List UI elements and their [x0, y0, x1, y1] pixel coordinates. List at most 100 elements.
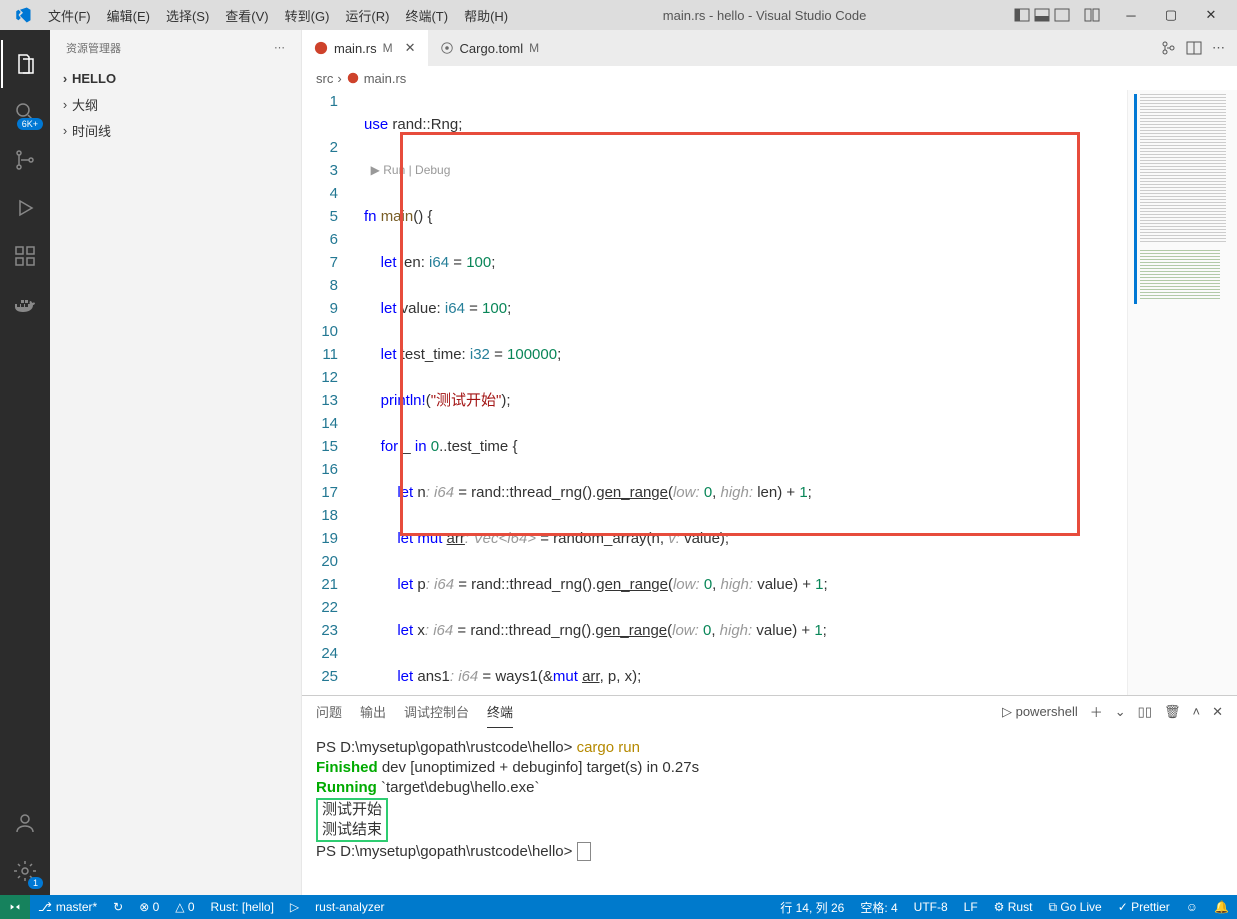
split-editor-icon[interactable] — [1186, 40, 1202, 56]
code-area[interactable]: 1234567891011121314151617181920212223242… — [302, 90, 1237, 695]
terminal-body[interactable]: PS D:\mysetup\gopath\rustcode\hello> car… — [302, 728, 1237, 895]
more-icon[interactable]: ⋯ — [1212, 40, 1225, 56]
account-icon[interactable] — [1, 799, 49, 847]
panel-bottom-icon[interactable] — [1033, 6, 1051, 24]
new-terminal-icon[interactable]: ＋ — [1090, 702, 1103, 721]
breadcrumb-segment[interactable]: main.rs — [364, 71, 407, 86]
activity-bar: 6K+ 1 — [0, 30, 50, 895]
editor-area: main.rs M ✕ Cargo.toml M ⋯ src › main.rs — [302, 30, 1237, 895]
panel-tabs: 问题 输出 调试控制台 终端 ▷ powershell ＋ ⌄ ▯▯ 🗑 ˄ ✕ — [302, 696, 1237, 728]
editor-actions: ⋯ — [1160, 30, 1237, 66]
panel-left-icon[interactable] — [1013, 6, 1031, 24]
rust-file-icon — [346, 71, 360, 85]
status-rust[interactable]: Rust: [hello] — [203, 895, 282, 919]
highlight-box — [400, 132, 1080, 536]
explorer-sidebar: 资源管理器 ⋯ ›HELLO ›大纲 ›时间线 — [50, 30, 302, 895]
code-content[interactable]: use rand::Rng; ▶ Run | Debug fn main() {… — [360, 90, 1127, 695]
panel-tab-debugconsole[interactable]: 调试控制台 — [404, 696, 469, 727]
tab-bar: main.rs M ✕ Cargo.toml M ⋯ — [302, 30, 1237, 66]
terminal-panel: 问题 输出 调试控制台 终端 ▷ powershell ＋ ⌄ ▯▯ 🗑 ˄ ✕ — [302, 695, 1237, 895]
close-icon[interactable]: ✕ — [1191, 1, 1231, 29]
close-panel-icon[interactable]: ✕ — [1212, 704, 1223, 720]
tab-modified: M — [383, 41, 393, 55]
title-bar: 文件(F) 编辑(E) 选择(S) 查看(V) 转到(G) 运行(R) 终端(T… — [0, 0, 1237, 30]
status-golive[interactable]: ⧉ Go Live — [1040, 895, 1109, 919]
more-icon[interactable]: ⋯ — [274, 41, 285, 54]
status-branch[interactable]: ⎇ master* — [30, 895, 105, 919]
sidebar-tree: ›HELLO ›大纲 ›时间线 — [50, 65, 301, 895]
panel-right-icon[interactable] — [1053, 6, 1071, 24]
status-bell-icon[interactable]: 🔔 — [1206, 895, 1237, 919]
status-warnings[interactable]: △ 0 — [167, 895, 202, 919]
menu-terminal[interactable]: 终端(T) — [397, 3, 456, 28]
source-control-icon[interactable] — [1, 136, 49, 184]
status-spaces[interactable]: 空格: 4 — [852, 895, 905, 919]
menu-view[interactable]: 查看(V) — [217, 3, 276, 28]
status-run[interactable]: ▷ — [282, 895, 307, 919]
customize-layout-icon[interactable] — [1083, 6, 1101, 24]
tab-cargo-toml[interactable]: Cargo.toml M — [428, 30, 552, 66]
status-prettier[interactable]: ✓ Prettier — [1110, 895, 1178, 919]
vscode-logo-icon — [14, 6, 32, 24]
rust-file-icon — [314, 41, 328, 55]
settings-badge: 1 — [28, 877, 43, 889]
dropdown-icon[interactable]: ⌄ — [1115, 704, 1126, 720]
status-cursor-pos[interactable]: 行 14, 列 26 — [772, 895, 852, 919]
menu-select[interactable]: 选择(S) — [158, 3, 217, 28]
sidebar-item-outline[interactable]: ›大纲 — [50, 91, 301, 117]
status-lang[interactable]: ⚙ Rust — [986, 895, 1041, 919]
explorer-icon[interactable] — [1, 40, 49, 88]
status-feedback-icon[interactable]: ☺ — [1178, 895, 1206, 919]
window-title: main.rs - hello - Visual Studio Code — [516, 8, 1013, 23]
sidebar-title: 资源管理器 — [66, 40, 121, 56]
search-badge: 6K+ — [17, 118, 43, 130]
panel-tab-output[interactable]: 输出 — [360, 696, 386, 727]
terminal-profile[interactable]: ▷ powershell — [1002, 704, 1078, 720]
status-analyzer[interactable]: rust-analyzer — [307, 895, 392, 919]
sidebar-item-timeline[interactable]: ›时间线 — [50, 117, 301, 143]
breadcrumb[interactable]: src › main.rs — [302, 66, 1237, 90]
sidebar-header: 资源管理器 ⋯ — [50, 30, 301, 65]
status-eol[interactable]: LF — [956, 895, 986, 919]
maximize-icon[interactable]: ▢ — [1151, 1, 1191, 29]
tab-modified: M — [529, 41, 539, 55]
split-terminal-icon[interactable]: ▯▯ — [1138, 704, 1152, 720]
chevron-right-icon: › — [337, 71, 341, 86]
tab-label: main.rs — [334, 41, 377, 56]
menu-edit[interactable]: 编辑(E) — [99, 3, 158, 28]
status-sync[interactable]: ↻ — [105, 895, 131, 919]
settings-icon[interactable]: 1 — [1, 847, 49, 895]
status-encoding[interactable]: UTF-8 — [906, 895, 956, 919]
menu-help[interactable]: 帮助(H) — [456, 3, 516, 28]
sidebar-item-label: 大纲 — [72, 95, 98, 114]
window-controls: ─ ▢ ✕ — [1111, 1, 1231, 29]
line-gutter: 1234567891011121314151617181920212223242… — [302, 90, 360, 695]
sidebar-item-label: HELLO — [72, 71, 116, 86]
extensions-icon[interactable] — [1, 232, 49, 280]
menu-file[interactable]: 文件(F) — [40, 3, 99, 28]
main-area: 6K+ 1 资源管理器 ⋯ ›HELLO ›大纲 ›时间线 main.rs M … — [0, 30, 1237, 895]
docker-icon[interactable] — [1, 280, 49, 328]
chevron-up-icon[interactable]: ˄ — [1193, 704, 1201, 719]
tab-main-rs[interactable]: main.rs M ✕ — [302, 30, 428, 66]
remote-indicator[interactable] — [0, 895, 30, 919]
sidebar-item-hello[interactable]: ›HELLO — [50, 65, 301, 91]
breadcrumb-segment[interactable]: src — [316, 71, 333, 86]
layout-controls — [1013, 6, 1101, 24]
trash-icon[interactable]: 🗑 — [1164, 704, 1181, 720]
minimize-icon[interactable]: ─ — [1111, 1, 1151, 29]
run-debug-icon[interactable] — [1, 184, 49, 232]
status-errors[interactable]: ⊗ 0 — [131, 895, 167, 919]
tab-label: Cargo.toml — [460, 41, 524, 56]
output-highlight: 测试开始测试结束 — [316, 798, 388, 842]
menu-goto[interactable]: 转到(G) — [277, 3, 338, 28]
search-icon[interactable]: 6K+ — [1, 88, 49, 136]
minimap[interactable] — [1127, 90, 1237, 695]
gear-icon — [440, 41, 454, 55]
menu-run[interactable]: 运行(R) — [337, 3, 397, 28]
compare-icon[interactable] — [1160, 40, 1176, 56]
panel-tab-problems[interactable]: 问题 — [316, 696, 342, 727]
panel-tab-terminal[interactable]: 终端 — [487, 696, 513, 728]
codelens-run-debug[interactable]: ▶ Run | Debug — [371, 163, 451, 177]
close-icon[interactable]: ✕ — [405, 40, 416, 56]
